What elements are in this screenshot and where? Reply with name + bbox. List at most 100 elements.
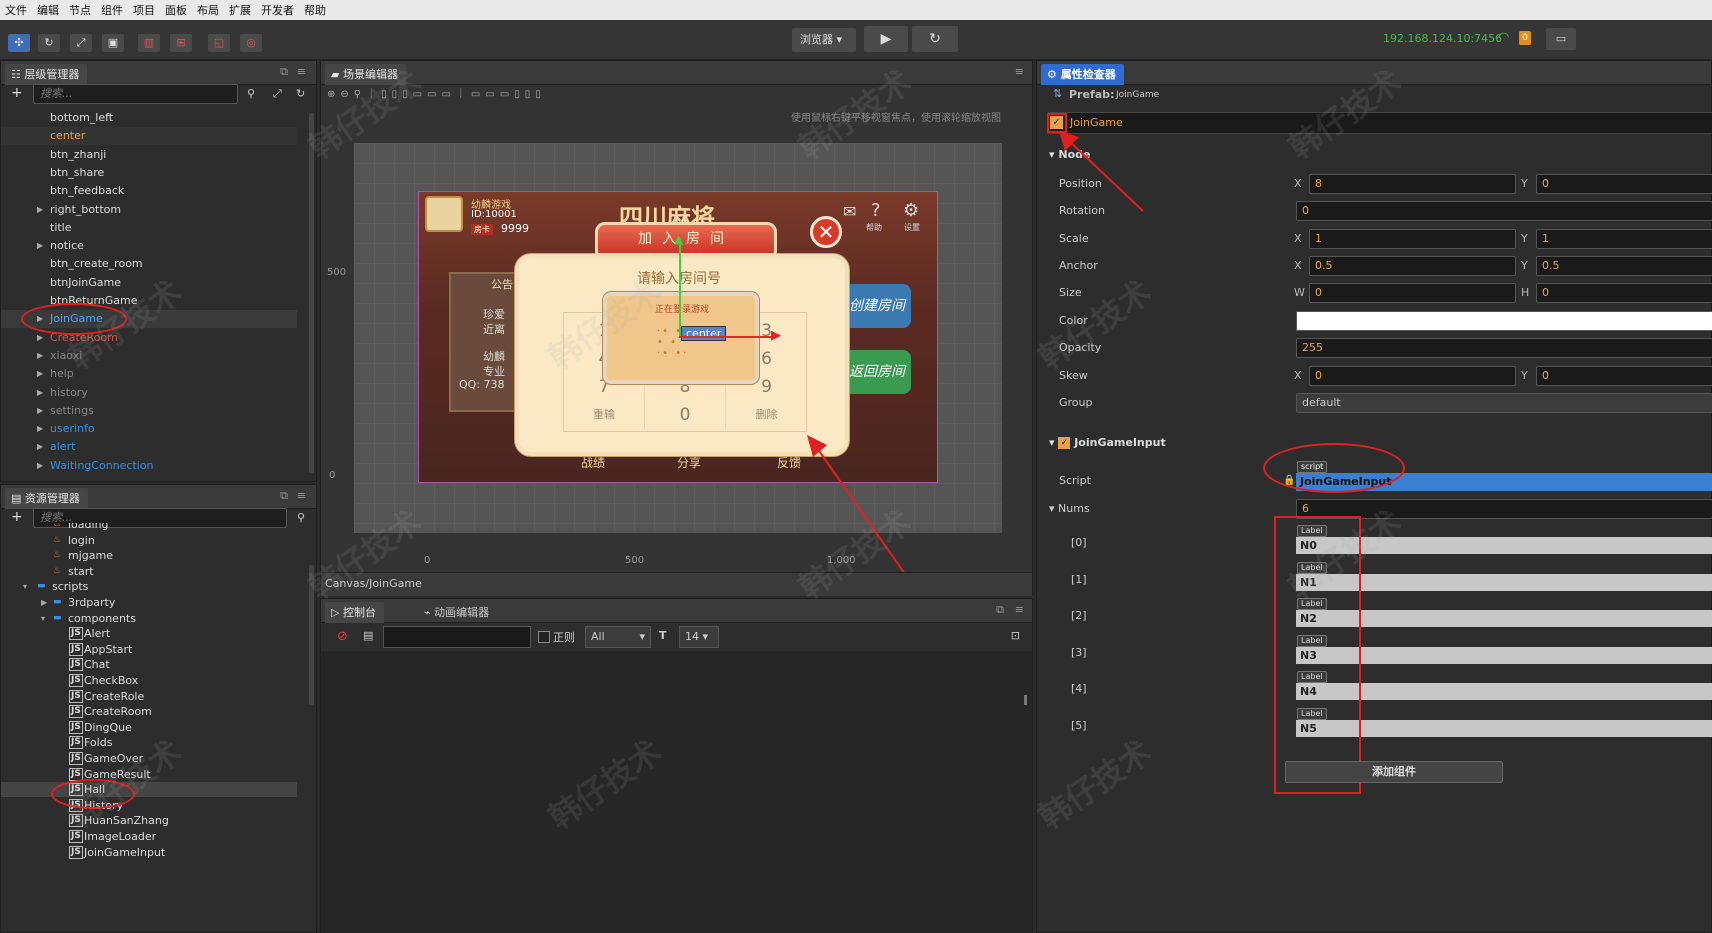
hierarchy-search-input[interactable]: 搜索... [33,84,238,104]
menu-node[interactable]: 节点 [64,2,96,18]
group-select[interactable]: default [1296,393,1712,413]
panel-menu-icon[interactable]: ≡ [297,65,306,78]
log-file-icon[interactable]: ▤ [363,629,373,642]
menu-component[interactable]: 组件 [96,2,128,18]
asset-item[interactable]: JS Chat [1,657,297,672]
menu-project[interactable]: 项目 [128,2,160,18]
position-x-field[interactable]: 8 [1309,174,1516,194]
settings-icon[interactable]: ⚙ [903,200,919,221]
scale-y-field[interactable]: 1 [1536,229,1712,249]
color-swatch[interactable] [1296,311,1712,331]
search-icon[interactable]: ⚲ [247,87,255,100]
refresh-tree-icon[interactable]: ↻ [296,87,305,100]
hierarchy-node[interactable]: ▶ alert [1,438,297,456]
panel-menu-icon[interactable]: ≡ [1015,65,1024,78]
asset-item[interactable]: ▾ ▬ components [1,611,297,626]
position-y-field[interactable]: 0 [1536,174,1712,194]
assets-scrollbar[interactable] [309,565,314,705]
asset-item[interactable]: JS GameOver [1,751,297,766]
refresh-icon[interactable]: ↻ [912,26,958,52]
keypad-key[interactable]: 重输 [564,401,645,429]
expand-arrow-icon[interactable]: ▶ [37,365,43,383]
menu-panel[interactable]: 面板 [160,2,192,18]
hierarchy-node[interactable]: ▶ WaitingConnection [1,457,297,475]
gizmo-x-arrow-icon[interactable]: ▶ [771,328,781,343]
asset-item[interactable]: JS Folds [1,735,297,750]
menu-layout[interactable]: 布局 [192,2,224,18]
asset-item[interactable]: ▾ ▬ scripts [1,579,297,594]
browser-select[interactable]: 浏览器 ▾ [792,28,856,52]
popout-icon[interactable]: ⧉ [280,65,288,79]
asset-item[interactable]: ▶ ▬ 3rdparty [1,595,297,610]
console-scrollbar[interactable] [1024,695,1027,705]
clear-icon[interactable]: ⊘ [337,629,348,644]
assets-tab[interactable]: ▤ 资源管理器 [5,488,88,509]
console-filter-input[interactable] [383,626,531,648]
expand-arrow-icon[interactable]: ▶ [37,438,43,456]
play-icon[interactable]: ▶ [864,26,908,52]
anchor-x-field[interactable]: 0.5 [1309,256,1516,276]
popout-icon[interactable]: ⧉ [280,489,288,503]
hierarchy-node[interactable]: btn_feedback [1,182,297,200]
expand-arrow-icon[interactable]: ▾ [23,579,27,594]
asset-item[interactable]: ♨ loading [1,523,297,532]
feedback-button[interactable]: 反馈 [777,454,801,471]
nums-header[interactable]: ▾ Nums [1049,502,1090,515]
asset-item[interactable]: JS DingQue [1,720,297,735]
notification-badge[interactable]: 0 [1519,31,1531,45]
asset-item[interactable]: ♨ mjgame [1,548,297,563]
hierarchy-node[interactable]: ▶ right_bottom [1,201,297,219]
component-enabled-checkbox[interactable]: ✓ [1058,437,1071,449]
inspector-tab[interactable]: ⚙ 属性检查器 [1041,64,1124,85]
hierarchy-node[interactable]: btn_zhanji [1,146,297,164]
rotate-tool-icon[interactable]: ↻ [38,34,60,52]
align-tool-icon[interactable]: ▥ [138,34,160,52]
regex-checkbox[interactable] [538,631,550,643]
console-output[interactable] [321,651,1032,933]
asset-item[interactable]: JS HuanSanZhang [1,813,297,828]
asset-item[interactable]: JS Alert [1,626,297,641]
gizmo-y-axis[interactable] [679,238,681,336]
level-select[interactable]: All ▾ [585,626,651,648]
global-tool-icon[interactable]: ◎ [240,34,262,52]
anchor-y-field[interactable]: 0.5 [1536,256,1712,276]
opacity-field[interactable]: 255 [1296,338,1712,358]
expand-arrow-icon[interactable]: ▶ [37,420,43,438]
asset-item[interactable]: JS History [1,798,297,813]
hierarchy-node[interactable]: title [1,219,297,237]
create-room-button[interactable]: 创建房间 [839,284,911,328]
add-node-icon[interactable]: + [11,85,23,101]
scene-tab[interactable]: ▰ 场景编辑器 [325,64,406,85]
skew-x-field[interactable]: 0 [1309,366,1516,386]
hierarchy-node[interactable]: btn_create_room [1,255,297,273]
expand-arrow-icon[interactable]: ▶ [37,347,43,365]
close-icon[interactable]: ✕ [810,216,842,248]
keypad-key[interactable]: 删除 [726,401,807,429]
hierarchy-node[interactable]: ▶ history [1,384,297,402]
return-room-button[interactable]: 返回房间 [839,350,911,394]
menu-extension[interactable]: 扩展 [224,2,256,18]
skew-y-field[interactable]: 0 [1536,366,1712,386]
hierarchy-node[interactable]: ▶ help [1,365,297,383]
scale-x-field[interactable]: 1 [1309,229,1516,249]
size-w-field[interactable]: 0 [1309,283,1516,303]
collapse-icon[interactable]: ⊡ [1011,629,1020,642]
gizmo-x-axis[interactable] [679,336,777,338]
panel-menu-icon[interactable]: ≡ [1015,603,1024,616]
component-header[interactable]: ▾ ✓ JoinGameInput [1049,436,1166,449]
expand-arrow-icon[interactable]: ▶ [37,402,43,420]
anim-editor-tab[interactable]: ⌁ 动画编辑器 [416,602,497,623]
menu-edit[interactable]: 编辑 [32,2,64,18]
hierarchy-node[interactable]: center [1,127,297,146]
menu-file[interactable]: 文件 [0,2,32,18]
asset-item[interactable]: JS CheckBox [1,673,297,688]
popout-icon[interactable]: ⧉ [996,603,1004,617]
menu-help[interactable]: 帮助 [299,2,331,18]
scale-tool-icon[interactable]: ⤢ [70,34,92,52]
local-tool-icon[interactable]: ◱ [208,34,230,52]
panel-menu-icon[interactable]: ≡ [297,489,306,502]
rotation-field[interactable]: 0 [1296,201,1712,221]
move-tool-icon[interactable]: ✣ [8,34,30,52]
expand-arrow-icon[interactable]: ▶ [37,457,43,475]
hierarchy-scrollbar[interactable] [309,113,314,473]
